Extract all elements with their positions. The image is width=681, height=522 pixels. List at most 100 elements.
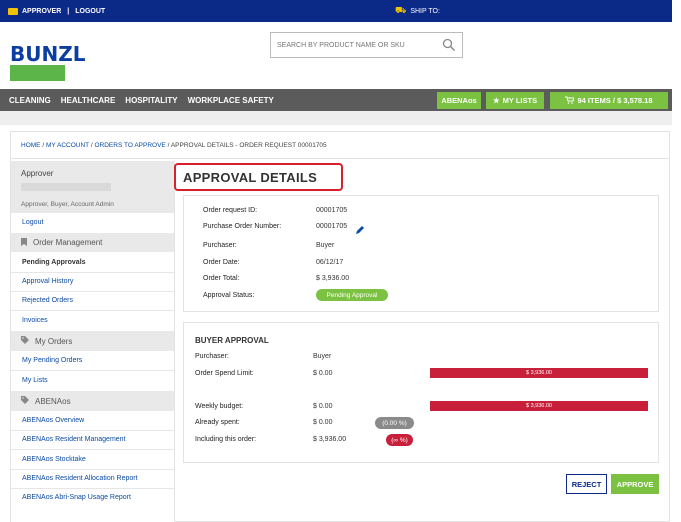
divider xyxy=(11,449,174,450)
sidebar-logout[interactable]: Logout xyxy=(22,219,43,226)
sidebar-item-approval-history[interactable]: Approval History xyxy=(22,278,73,285)
ba-purchaser-label: Purchaser: xyxy=(195,353,229,360)
sidebar-item-my-lists[interactable]: My Lists xyxy=(22,377,48,384)
approve-button[interactable]: APPROVE xyxy=(611,474,659,494)
already-spent-percent: (0.00 %) xyxy=(375,417,414,429)
search-box[interactable] xyxy=(270,32,463,58)
order-date-value: 06/12/17 xyxy=(316,259,344,266)
user-menu: APPROVER | LOGOUT xyxy=(8,0,105,22)
edit-pencil-icon[interactable] xyxy=(355,222,364,240)
ship-to-label: SHIP TO: xyxy=(410,7,440,15)
weekly-budget-bar: $ 3,936.00 xyxy=(430,401,648,411)
purchaser-value: Buyer xyxy=(316,242,335,249)
top-bar: APPROVER | LOGOUT ⛟ SHIP TO: xyxy=(0,0,681,22)
order-total-value: $ 3,936.00 xyxy=(316,275,350,282)
sidebar: Approver Approver, Buyer, Account Admin … xyxy=(11,161,174,522)
user-roles-text: Approver, Buyer, Account Admin xyxy=(21,201,114,208)
star-icon: ★ xyxy=(492,96,500,105)
sidebar-item-invoices[interactable]: Invoices xyxy=(22,317,48,324)
breadcrumb-sep: / xyxy=(90,142,93,149)
spend-limit-value: $ 0.00 xyxy=(313,370,333,377)
sidebar-item-usage-report[interactable]: ABENAos Abri-Snap Usage Report xyxy=(22,494,131,501)
approver-link[interactable]: APPROVER xyxy=(22,8,61,15)
spend-limit-label: Order Spend Limit: xyxy=(195,370,254,377)
tag-icon xyxy=(21,336,29,346)
breadcrumb-orders-to-approve[interactable]: ORDERS TO APPROVE xyxy=(94,142,165,149)
sidebar-item-resident-management[interactable]: ABENAos Resident Management xyxy=(22,436,126,443)
category-nav: CLEANING HEALTHCARE HOSPITALITY WORKPLAC… xyxy=(0,89,672,111)
account-button[interactable]: ABENAos xyxy=(437,92,481,109)
username-placeholder xyxy=(21,183,111,191)
user-title: Approver xyxy=(21,169,54,178)
sidebar-header-abenaos: ABENAos xyxy=(11,391,174,411)
breadcrumb-sep: / xyxy=(167,142,170,149)
breadcrumb-current: APPROVAL DETAILS - ORDER REQUEST 0000170… xyxy=(170,142,327,149)
nav-hospitality[interactable]: HOSPITALITY xyxy=(125,96,177,105)
already-spent-value: $ 0.00 xyxy=(313,419,333,426)
sidebar-item-abenaos-overview[interactable]: ABENAos Overview xyxy=(22,417,84,424)
approval-status-label: Approval Status: xyxy=(203,292,255,299)
sidebar-header-my-orders: My Orders xyxy=(11,331,174,351)
sidebar-border xyxy=(174,161,175,522)
divider xyxy=(11,291,174,292)
abenaos-label: ABENAos xyxy=(35,396,71,406)
logo-text: BUNZL xyxy=(10,42,86,66)
ship-to[interactable]: ⛟ SHIP TO: xyxy=(395,0,440,22)
cart-button[interactable]: 94 ITEMS / $ 3,578.18 xyxy=(550,92,668,109)
tag-icon xyxy=(21,396,29,406)
purchaser-label: Purchaser: xyxy=(203,242,237,249)
search-icon[interactable] xyxy=(442,38,456,57)
order-management-label: Order Management xyxy=(33,238,103,247)
account-label: ABENAos xyxy=(441,96,477,105)
breadcrumb: HOME / MY ACCOUNT / ORDERS TO APPROVE / … xyxy=(21,142,327,149)
order-total-label: Order Total: xyxy=(203,275,240,282)
sidebar-item-resident-allocation-report[interactable]: ABENAos Resident Allocation Report xyxy=(22,475,138,482)
weekly-budget-value: $ 0.00 xyxy=(313,403,333,410)
breadcrumb-sep: / xyxy=(42,142,45,149)
my-lists-button[interactable]: ★ MY LISTS xyxy=(486,92,544,109)
page-margin xyxy=(672,0,681,522)
breadcrumb-home[interactable]: HOME xyxy=(21,142,41,149)
nav-cleaning[interactable]: CLEANING xyxy=(9,96,51,105)
sidebar-item-rejected-orders[interactable]: Rejected Orders xyxy=(22,297,73,304)
breadcrumb-my-account[interactable]: MY ACCOUNT xyxy=(46,142,89,149)
my-orders-label: My Orders xyxy=(35,336,73,346)
my-lists-label: MY LISTS xyxy=(502,96,538,105)
search-input[interactable] xyxy=(277,39,437,52)
already-spent-label: Already spent: xyxy=(195,419,240,426)
sidebar-item-my-pending-orders[interactable]: My Pending Orders xyxy=(22,357,82,364)
bookmark-icon xyxy=(21,237,27,248)
reject-button[interactable]: REJECT xyxy=(566,474,607,494)
ba-purchaser-value: Buyer xyxy=(313,353,332,360)
divider xyxy=(11,370,174,371)
sidebar-item-pending-approvals[interactable]: Pending Approvals xyxy=(22,259,86,266)
sidebar-item-stocktake[interactable]: ABENAos Stocktake xyxy=(22,456,86,463)
status-badge: Pending Approval xyxy=(316,289,388,301)
weekly-budget-label: Weekly budget: xyxy=(195,403,244,410)
user-panel: Approver xyxy=(11,161,174,196)
sidebar-header-order-management: Order Management xyxy=(11,233,174,252)
divider xyxy=(11,430,174,431)
separator: | xyxy=(67,7,70,15)
divider xyxy=(11,272,174,273)
user-icon xyxy=(8,7,18,15)
divider xyxy=(11,488,174,489)
logout-link[interactable]: LOGOUT xyxy=(75,8,105,15)
divider xyxy=(11,310,174,311)
spend-limit-bar: $ 3,936.00 xyxy=(430,368,648,378)
order-date-label: Order Date: xyxy=(203,259,240,266)
nav-healthcare[interactable]: HEALTHCARE xyxy=(61,96,116,105)
nav-workplace-safety[interactable]: WORKPLACE SAFETY xyxy=(188,96,274,105)
buyer-approval-card: BUYER APPROVAL Purchaser: Buyer Order Sp… xyxy=(183,322,659,463)
divider xyxy=(11,158,670,159)
cart-label: 94 ITEMS / $ 3,578.18 xyxy=(577,96,653,105)
cart-icon xyxy=(565,96,576,106)
page-title: APPROVAL DETAILS xyxy=(183,170,318,185)
po-number-label: Purchase Order Number: xyxy=(203,223,282,230)
truck-icon: ⛟ xyxy=(395,5,407,15)
po-number-value: 00001705 xyxy=(316,223,348,230)
including-order-label: Including this order: xyxy=(195,436,257,443)
order-request-id-label: Order request ID: xyxy=(203,207,258,214)
bunzl-logo[interactable]: BUNZL xyxy=(10,27,86,81)
including-order-value: $ 3,936.00 xyxy=(313,436,347,443)
